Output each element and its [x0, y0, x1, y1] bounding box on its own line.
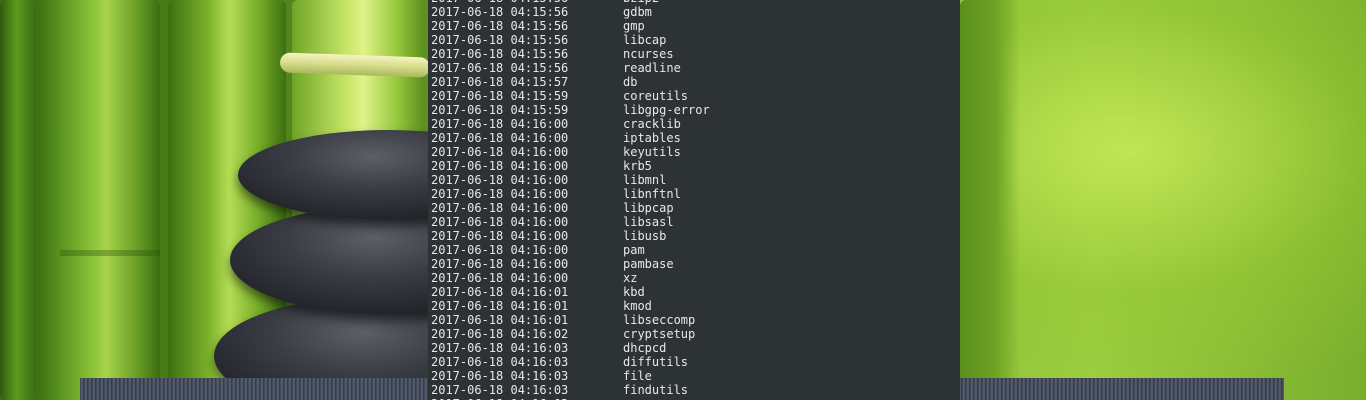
log-row: 2017-06-18 04:16:02 cryptsetup [431, 327, 710, 341]
log-row: 2017-06-18 04:16:00 libsasl [431, 215, 710, 229]
log-row: 2017-06-18 04:15:57 db [431, 75, 710, 89]
desktop-wallpaper: 2017-06-18 04:15:56 bzip2 2017-06-18 04:… [0, 0, 1366, 400]
log-row: 2017-06-18 04:16:03 file [431, 369, 710, 383]
log-package: pam [623, 243, 645, 257]
log-package: cracklib [623, 117, 681, 131]
log-row: 2017-06-18 04:16:00 libusb [431, 229, 710, 243]
log-row: 2017-06-18 04:16:00 libnftnl [431, 187, 710, 201]
log-package: findutils [623, 383, 689, 397]
log-row: 2017-06-18 04:16:00 cracklib [431, 117, 710, 131]
log-row: 2017-06-18 04:16:00 libpcap [431, 201, 710, 215]
log-timestamp: 2017-06-18 04:15:57 [431, 75, 569, 89]
log-row: 2017-06-18 04:15:56 libcap [431, 33, 710, 47]
log-row: 2017-06-18 04:16:00 iptables [431, 131, 710, 145]
log-package: diffutils [623, 355, 689, 369]
log-row: 2017-06-18 04:16:00 pambase [431, 257, 710, 271]
log-package: libseccomp [623, 313, 696, 327]
log-package: libnftnl [623, 187, 681, 201]
log-timestamp: 2017-06-18 04:16:00 [431, 229, 569, 243]
log-package: pambase [623, 257, 674, 271]
log-timestamp: 2017-06-18 04:15:56 [431, 61, 569, 75]
log-row: 2017-06-18 04:16:01 kmod [431, 299, 710, 313]
log-timestamp: 2017-06-18 04:16:03 [431, 355, 569, 369]
log-row: 2017-06-18 04:16:03 diffutils [431, 355, 710, 369]
log-timestamp: 2017-06-18 04:15:56 [431, 33, 569, 47]
log-row: 2017-06-18 04:16:00 krb5 [431, 159, 710, 173]
log-package: libmnl [623, 173, 667, 187]
log-package: gmp [623, 19, 645, 33]
log-timestamp: 2017-06-18 04:16:00 [431, 201, 569, 215]
log-package: keyutils [623, 145, 681, 159]
log-timestamp: 2017-06-18 04:15:56 [431, 19, 569, 33]
log-package: kmod [623, 299, 652, 313]
log-row: 2017-06-18 04:15:56 gmp [431, 19, 710, 33]
log-timestamp: 2017-06-18 04:16:00 [431, 257, 569, 271]
log-timestamp: 2017-06-18 04:16:03 [431, 369, 569, 383]
log-package: kbd [623, 285, 645, 299]
log-row: 2017-06-18 04:15:56 gdbm [431, 5, 710, 19]
log-timestamp: 2017-06-18 04:15:59 [431, 89, 569, 103]
log-timestamp: 2017-06-18 04:16:00 [431, 215, 569, 229]
bamboo-stalk [960, 0, 1020, 400]
bamboo-stalk [40, 0, 160, 400]
log-row: 2017-06-18 04:16:00 keyutils [431, 145, 710, 159]
bamboo-mat [80, 378, 440, 400]
log-package: libusb [623, 229, 667, 243]
log-package: coreutils [623, 89, 689, 103]
log-timestamp: 2017-06-18 04:16:03 [431, 383, 569, 397]
log-package: ncurses [623, 47, 674, 61]
log-package: iptables [623, 131, 681, 145]
log-row: 2017-06-18 04:16:01 libseccomp [431, 313, 710, 327]
log-row: 2017-06-18 04:15:56 readline [431, 61, 710, 75]
log-package: xz [623, 271, 638, 285]
log-row: 2017-06-18 04:16:01 kbd [431, 285, 710, 299]
log-package: libcap [623, 33, 667, 47]
log-package: gdbm [623, 5, 652, 19]
log-timestamp: 2017-06-18 04:16:00 [431, 243, 569, 257]
package-log: 2017-06-18 04:15:56 bzip2 2017-06-18 04:… [431, 0, 710, 400]
log-row: 2017-06-18 04:15:59 coreutils [431, 89, 710, 103]
log-timestamp: 2017-06-18 04:16:01 [431, 299, 569, 313]
log-timestamp: 2017-06-18 04:16:00 [431, 187, 569, 201]
log-package: file [623, 369, 652, 383]
log-timestamp: 2017-06-18 04:16:01 [431, 285, 569, 299]
log-timestamp: 2017-06-18 04:15:59 [431, 103, 569, 117]
log-package: dhcpcd [623, 341, 667, 355]
log-row: 2017-06-18 04:16:00 libmnl [431, 173, 710, 187]
log-row: 2017-06-18 04:16:00 xz [431, 271, 710, 285]
log-row: 2017-06-18 04:16:03 dhcpcd [431, 341, 710, 355]
log-timestamp: 2017-06-18 04:16:01 [431, 313, 569, 327]
log-timestamp: 2017-06-18 04:16:00 [431, 173, 569, 187]
log-timestamp: 2017-06-18 04:16:00 [431, 159, 569, 173]
log-package: db [623, 75, 638, 89]
log-timestamp: 2017-06-18 04:15:56 [431, 5, 569, 19]
bamboo-joint [60, 250, 160, 256]
log-package: cryptsetup [623, 327, 696, 341]
log-row: 2017-06-18 04:16:03 findutils [431, 383, 710, 397]
log-timestamp: 2017-06-18 04:16:02 [431, 327, 569, 341]
log-timestamp: 2017-06-18 04:16:00 [431, 131, 569, 145]
log-package: libgpg-error [623, 103, 710, 117]
log-timestamp: 2017-06-18 04:15:56 [431, 47, 569, 61]
log-timestamp: 2017-06-18 04:16:00 [431, 117, 569, 131]
log-timestamp: 2017-06-18 04:16:00 [431, 271, 569, 285]
bamboo-mat [958, 378, 1284, 400]
log-row: 2017-06-18 04:15:56 ncurses [431, 47, 710, 61]
terminal-window[interactable]: 2017-06-18 04:15:56 bzip2 2017-06-18 04:… [428, 0, 960, 400]
log-timestamp: 2017-06-18 04:16:03 [431, 341, 569, 355]
log-package: krb5 [623, 159, 652, 173]
bamboo-stalk [0, 0, 36, 400]
log-package: libsasl [623, 215, 674, 229]
log-package: readline [623, 61, 681, 75]
log-package: libpcap [623, 201, 674, 215]
log-timestamp: 2017-06-18 04:16:00 [431, 145, 569, 159]
log-row: 2017-06-18 04:16:00 pam [431, 243, 710, 257]
log-row: 2017-06-18 04:15:59 libgpg-error [431, 103, 710, 117]
